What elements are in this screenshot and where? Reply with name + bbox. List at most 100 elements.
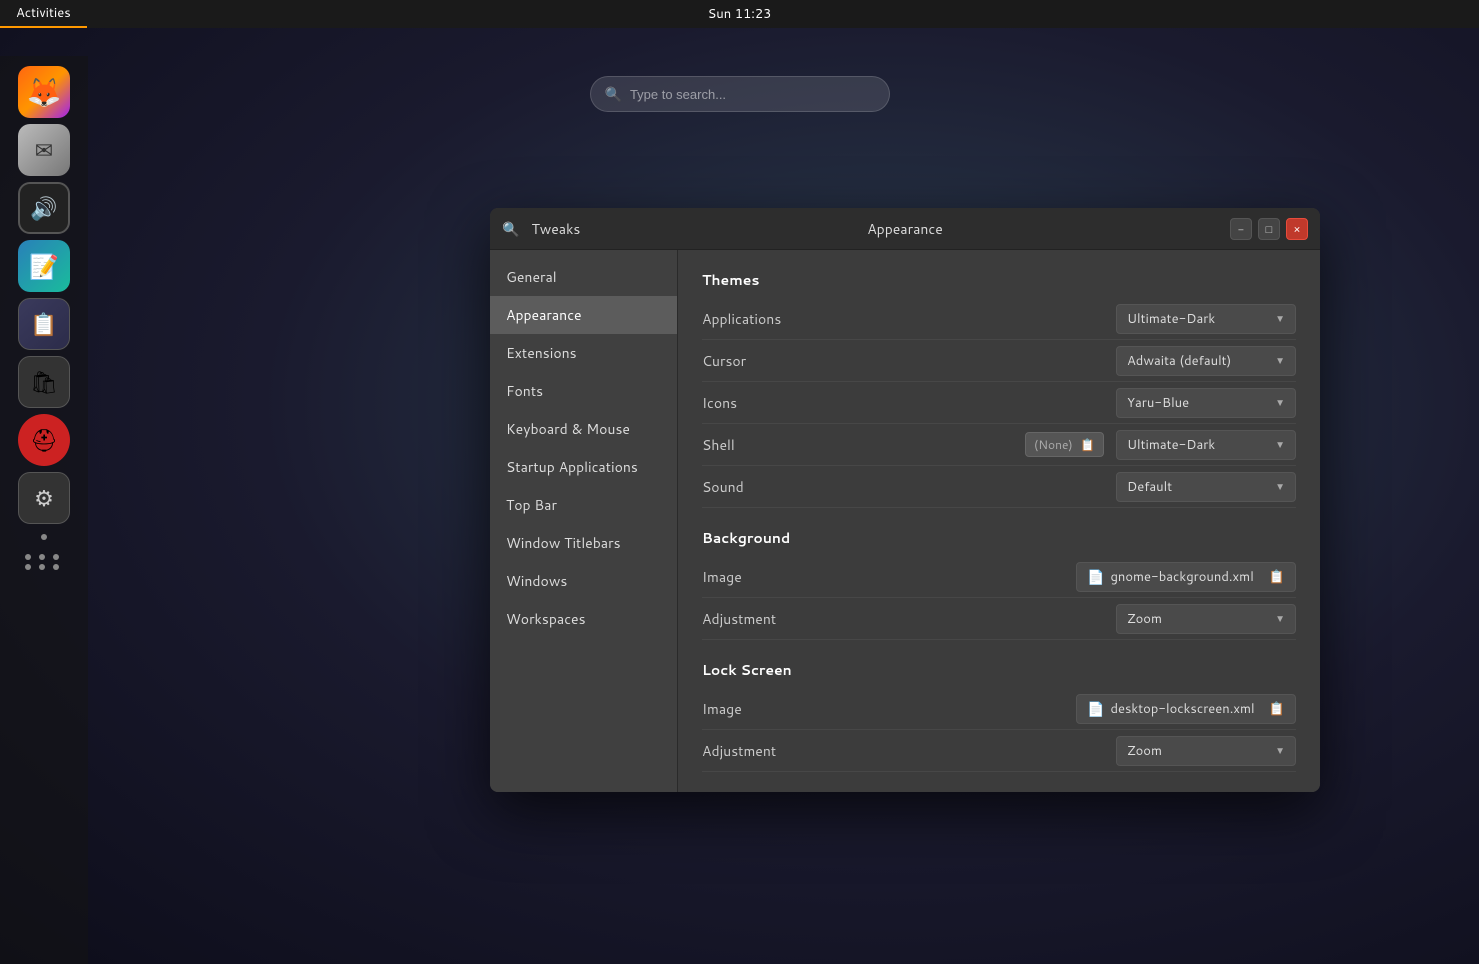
ls-adjustment-label: Adjustment <box>702 741 1116 761</box>
bg-image-file-icon: 📄 <box>1087 567 1104 587</box>
sidebar-item-window-titlebars[interactable]: Window Titlebars <box>490 524 677 562</box>
icons-row: Icons Yaru-Blue ▼ <box>702 382 1296 424</box>
themes-section-title: Themes <box>702 270 1296 290</box>
ls-image-copy-icon[interactable]: 📋 <box>1269 700 1285 718</box>
cursor-label: Cursor <box>702 351 1116 371</box>
ls-image-row: Image 📄 desktop-lockscreen.xml 📋 <box>702 688 1296 730</box>
sidebar-item-windows[interactable]: Windows <box>490 562 677 600</box>
ls-image-control: 📄 desktop-lockscreen.xml 📋 <box>1076 694 1296 724</box>
search-container: 🔍 <box>590 76 890 112</box>
bg-image-value: gnome-background.xml <box>1110 568 1253 586</box>
sidebar: General Appearance Extensions Fonts Keyb… <box>490 250 678 792</box>
sidebar-item-general[interactable]: General <box>490 258 677 296</box>
sidebar-item-workspaces[interactable]: Workspaces <box>490 600 677 638</box>
ls-image-value: desktop-lockscreen.xml <box>1110 700 1254 718</box>
desktop: 🦊 ✉ 🔊 📝 📋 🛍 ⛑ ⚙ 🔍 🔍 Tweaks Appearance − … <box>0 28 1479 964</box>
ls-adjustment-control: Zoom ▼ <box>1116 736 1296 766</box>
applications-control: Ultimate-Dark ▼ <box>1116 304 1296 334</box>
ls-adjustment-row: Adjustment Zoom ▼ <box>702 730 1296 772</box>
sidebar-item-extensions[interactable]: Extensions <box>490 334 677 372</box>
shell-none-badge: (None) 📋 <box>1025 432 1104 457</box>
dock-indicator <box>41 534 47 540</box>
shell-label: Shell <box>702 435 1025 455</box>
window-search-icon: 🔍 <box>502 219 519 239</box>
icons-dropdown[interactable]: Yaru-Blue ▼ <box>1116 388 1296 418</box>
dock-notes[interactable]: 📋 <box>18 298 70 350</box>
bg-image-copy-icon[interactable]: 📋 <box>1269 568 1285 586</box>
dock-sound[interactable]: 🔊 <box>18 182 70 234</box>
sound-value: Default <box>1127 478 1172 496</box>
sidebar-item-appearance[interactable]: Appearance <box>490 296 677 334</box>
sound-control: Default ▼ <box>1116 472 1296 502</box>
sidebar-item-fonts[interactable]: Fonts <box>490 372 677 410</box>
dock-writer[interactable]: 📝 <box>18 240 70 292</box>
applications-dropdown[interactable]: Ultimate-Dark ▼ <box>1116 304 1296 334</box>
dock-help[interactable]: ⛑ <box>18 414 70 466</box>
window-app-name: Tweaks <box>531 219 580 239</box>
applications-label: Applications <box>702 309 1116 329</box>
activities-button[interactable]: Activities <box>0 0 87 28</box>
main-content: Themes Applications Ultimate-Dark ▼ Curs… <box>678 250 1320 792</box>
applications-row: Applications Ultimate-Dark ▼ <box>702 298 1296 340</box>
maximize-button[interactable]: □ <box>1258 218 1280 240</box>
icons-control: Yaru-Blue ▼ <box>1116 388 1296 418</box>
window-content: General Appearance Extensions Fonts Keyb… <box>490 250 1320 792</box>
bg-adjustment-control: Zoom ▼ <box>1116 604 1296 634</box>
minimize-button[interactable]: − <box>1230 218 1252 240</box>
bg-adjustment-dropdown-arrow: ▼ <box>1275 612 1285 626</box>
ls-image-label: Image <box>702 699 1076 719</box>
app-grid[interactable] <box>25 554 63 570</box>
ls-adjustment-value: Zoom <box>1127 742 1162 760</box>
tweaks-window: 🔍 Tweaks Appearance − □ × General Appear… <box>490 208 1320 792</box>
sidebar-item-startup-applications[interactable]: Startup Applications <box>490 448 677 486</box>
applications-dropdown-arrow: ▼ <box>1275 312 1285 326</box>
search-icon: 🔍 <box>605 84 622 104</box>
shell-dropdown[interactable]: Ultimate-Dark ▼ <box>1116 430 1296 460</box>
lock-screen-section-title: Lock Screen <box>702 660 1296 680</box>
shell-row: Shell (None) 📋 Ultimate-Dark ▼ <box>702 424 1296 466</box>
sound-row: Sound Default ▼ <box>702 466 1296 508</box>
icons-label: Icons <box>702 393 1116 413</box>
search-bar[interactable]: 🔍 <box>590 76 890 112</box>
icons-dropdown-arrow: ▼ <box>1275 396 1285 410</box>
shell-value: Ultimate-Dark <box>1127 436 1215 454</box>
icons-value: Yaru-Blue <box>1127 394 1189 412</box>
window-page-title: Appearance <box>867 219 943 239</box>
background-section-title: Background <box>702 528 1296 548</box>
close-button[interactable]: × <box>1286 218 1308 240</box>
cursor-row: Cursor Adwaita (default) ▼ <box>702 340 1296 382</box>
dock-firefox[interactable]: 🦊 <box>18 66 70 118</box>
bg-adjustment-label: Adjustment <box>702 609 1116 629</box>
bg-adjustment-row: Adjustment Zoom ▼ <box>702 598 1296 640</box>
cursor-dropdown-arrow: ▼ <box>1275 354 1285 368</box>
ls-image-file-icon: 📄 <box>1087 699 1104 719</box>
window-titlebar: 🔍 Tweaks Appearance − □ × <box>490 208 1320 250</box>
bg-image-row: Image 📄 gnome-background.xml 📋 <box>702 556 1296 598</box>
top-bar: Activities Sun 11:23 <box>0 0 1479 28</box>
cursor-value: Adwaita (default) <box>1127 352 1231 370</box>
dock-store[interactable]: 🛍 <box>18 356 70 408</box>
sidebar-item-keyboard-mouse[interactable]: Keyboard & Mouse <box>490 410 677 448</box>
sound-dropdown[interactable]: Default ▼ <box>1116 472 1296 502</box>
ls-adjustment-dropdown[interactable]: Zoom ▼ <box>1116 736 1296 766</box>
ls-image-file-control[interactable]: 📄 desktop-lockscreen.xml 📋 <box>1076 694 1296 724</box>
applications-value: Ultimate-Dark <box>1127 310 1215 328</box>
bg-adjustment-value: Zoom <box>1127 610 1162 628</box>
bg-image-label: Image <box>702 567 1076 587</box>
cursor-dropdown[interactable]: Adwaita (default) ▼ <box>1116 346 1296 376</box>
sidebar-item-top-bar[interactable]: Top Bar <box>490 486 677 524</box>
dock-mail[interactable]: ✉ <box>18 124 70 176</box>
cursor-control: Adwaita (default) ▼ <box>1116 346 1296 376</box>
dock: 🦊 ✉ 🔊 📝 📋 🛍 ⛑ ⚙ <box>0 56 88 964</box>
bg-image-control: 📄 gnome-background.xml 📋 <box>1076 562 1296 592</box>
dock-system[interactable]: ⚙ <box>18 472 70 524</box>
system-clock: Sun 11:23 <box>708 5 772 23</box>
bg-adjustment-dropdown[interactable]: Zoom ▼ <box>1116 604 1296 634</box>
sound-dropdown-arrow: ▼ <box>1275 480 1285 494</box>
shell-control: (None) 📋 Ultimate-Dark ▼ <box>1025 430 1296 460</box>
shell-dropdown-arrow: ▼ <box>1275 438 1285 452</box>
bg-image-file-control[interactable]: 📄 gnome-background.xml 📋 <box>1076 562 1296 592</box>
search-input[interactable] <box>630 87 875 102</box>
sound-label: Sound <box>702 477 1116 497</box>
ls-adjustment-dropdown-arrow: ▼ <box>1275 744 1285 758</box>
